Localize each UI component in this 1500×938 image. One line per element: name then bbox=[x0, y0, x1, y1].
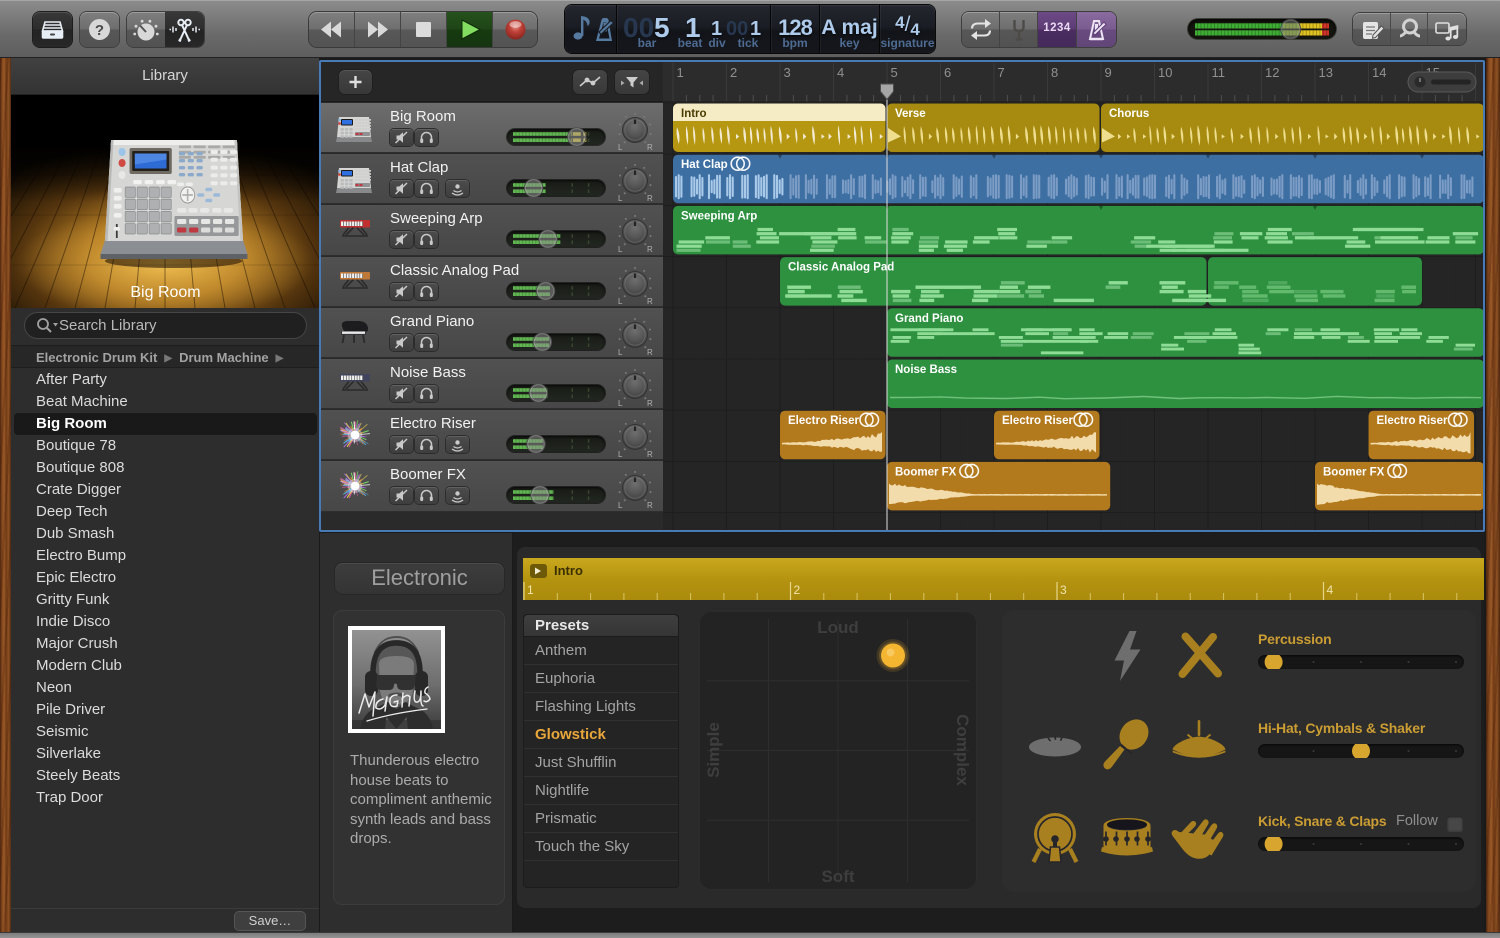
svg-text:L: L bbox=[618, 245, 623, 254]
svg-text:R: R bbox=[647, 194, 653, 203]
svg-text:L: L bbox=[618, 143, 623, 152]
svg-text:3: 3 bbox=[1060, 583, 1067, 597]
svg-text:Electro Riser: Electro Riser bbox=[1002, 415, 1073, 427]
svg-text:Simple: Simple bbox=[704, 722, 723, 778]
svg-text:Chorus: Chorus bbox=[1109, 108, 1149, 120]
svg-text:Boomer FX: Boomer FX bbox=[895, 466, 957, 478]
svg-text:R: R bbox=[647, 399, 653, 408]
svg-text:R: R bbox=[647, 297, 653, 306]
svg-text:3: 3 bbox=[784, 65, 791, 80]
svg-text:L: L bbox=[618, 348, 623, 357]
svg-text:10: 10 bbox=[1158, 65, 1172, 80]
svg-text:L: L bbox=[618, 194, 623, 203]
svg-text:Grand Piano: Grand Piano bbox=[895, 313, 963, 325]
svg-text:R: R bbox=[647, 348, 653, 357]
svg-text:Boomer FX: Boomer FX bbox=[1323, 466, 1385, 478]
svg-text:Electro Riser: Electro Riser bbox=[1377, 415, 1448, 427]
svg-text:14: 14 bbox=[1372, 65, 1386, 80]
svg-text:?: ? bbox=[95, 22, 104, 39]
svg-text:11: 11 bbox=[1212, 65, 1226, 80]
svg-text:1: 1 bbox=[677, 65, 684, 80]
svg-text:Sweeping Arp: Sweeping Arp bbox=[681, 210, 757, 222]
svg-text:R: R bbox=[647, 450, 653, 459]
svg-text:Verse: Verse bbox=[895, 108, 926, 120]
svg-text:Noise Bass: Noise Bass bbox=[895, 364, 957, 376]
svg-text:4: 4 bbox=[1327, 583, 1334, 597]
svg-text:2: 2 bbox=[794, 583, 801, 597]
svg-text:13: 13 bbox=[1319, 65, 1333, 80]
svg-text:Hat Clap: Hat Clap bbox=[681, 159, 728, 171]
svg-text:R: R bbox=[647, 245, 653, 254]
svg-text:L: L bbox=[618, 297, 623, 306]
svg-text:7: 7 bbox=[998, 65, 1005, 80]
svg-text:1: 1 bbox=[527, 583, 534, 597]
svg-text:Complex: Complex bbox=[953, 714, 972, 786]
svg-text:Classic Analog Pad: Classic Analog Pad bbox=[788, 262, 894, 274]
svg-text:Soft: Soft bbox=[821, 867, 854, 886]
svg-text:L: L bbox=[618, 450, 623, 459]
svg-text:R: R bbox=[647, 501, 653, 510]
svg-text:9: 9 bbox=[1105, 65, 1112, 80]
svg-text:8: 8 bbox=[1051, 65, 1058, 80]
svg-text:5: 5 bbox=[891, 65, 898, 80]
svg-text:Intro: Intro bbox=[554, 563, 583, 578]
svg-text:L: L bbox=[618, 399, 623, 408]
svg-text:Intro: Intro bbox=[681, 108, 707, 120]
svg-text:Electro Riser: Electro Riser bbox=[788, 415, 859, 427]
svg-text:12: 12 bbox=[1265, 65, 1279, 80]
svg-text:2: 2 bbox=[730, 65, 737, 80]
svg-text:L: L bbox=[618, 501, 623, 510]
svg-text:4: 4 bbox=[837, 65, 844, 80]
svg-text:6: 6 bbox=[944, 65, 951, 80]
svg-text:Loud: Loud bbox=[817, 618, 859, 637]
svg-text:R: R bbox=[647, 143, 653, 152]
